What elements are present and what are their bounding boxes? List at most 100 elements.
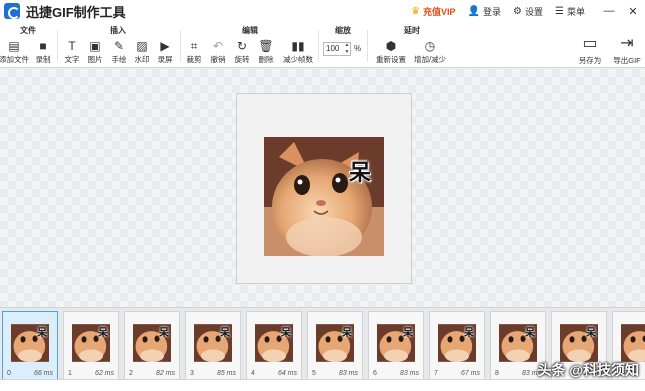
zoom-unit: %: [354, 44, 362, 53]
horizontal-scrollbar[interactable]: [0, 379, 645, 391]
minimize-button[interactable]: —: [597, 5, 621, 17]
close-button[interactable]: ✕: [621, 5, 645, 18]
group-title-edit: 编辑: [242, 26, 258, 35]
user-icon: 👤: [467, 5, 481, 17]
group-title-insert: 插入: [110, 26, 126, 35]
frame-image: 呆: [11, 324, 49, 362]
record-button[interactable]: ■ 录制: [31, 39, 55, 65]
frame-index: 1: [68, 370, 72, 377]
cat-meme-image: 呆: [264, 137, 384, 256]
delete-button[interactable]: 🗑 删除: [254, 39, 278, 65]
frame-caption: 呆: [98, 328, 108, 339]
divider: [367, 30, 368, 62]
frame-delay: 83 ms: [399, 370, 419, 377]
adjust-delay-button[interactable]: ◷ 增加/减少: [412, 39, 448, 65]
title-bar: 迅捷GIF制作工具 ♛ 充值VIP 👤 登录 ⚙ 设置 ☰ 菜单 — ✕: [0, 0, 645, 22]
frame-delay: 83 ms: [338, 370, 358, 377]
frame-thumbnail[interactable]: 呆 1 62 ms: [63, 311, 119, 381]
image-button[interactable]: ▣ 图片: [83, 39, 107, 65]
vip-button[interactable]: ♛ 充值VIP: [411, 5, 455, 18]
undo-button[interactable]: ↶ 撤销: [206, 39, 230, 65]
settings-button[interactable]: ⚙ 设置: [513, 5, 543, 18]
frame-thumbnail[interactable]: 呆 6 83 ms: [368, 311, 424, 381]
frame-index: 2: [129, 370, 133, 377]
export-gif-button[interactable]: ⇥ 导出GIF: [612, 34, 642, 66]
text-icon: T: [68, 39, 76, 53]
logo-icon: [4, 3, 20, 19]
group-edit: 编辑 ⌗ 裁剪 ↶ 撤销 ↻ 旋转 🗑 删除 ▮▮ 减少帧数: [182, 22, 318, 68]
frame-thumbnail[interactable]: 呆 0 66 ms: [2, 311, 58, 381]
crop-icon: ⌗: [190, 39, 198, 53]
frame-thumbnail[interactable]: 呆 2 82 ms: [124, 311, 180, 381]
frame-thumbnail[interactable]: 呆 4 64 ms: [246, 311, 302, 381]
brush-button[interactable]: ✎ 手绘: [107, 39, 131, 65]
app-title: 迅捷GIF制作工具: [26, 4, 126, 20]
frame-index: 0: [7, 370, 11, 377]
gear-icon: ⚙: [513, 5, 522, 17]
group-insert: 插入 T 文字 ▣ 图片 ✎ 手绘 ▨ 水印 ▶ 录屏: [58, 22, 178, 68]
frame-caption: 呆: [525, 328, 535, 339]
frame-image: 呆: [72, 324, 110, 362]
watermark-text: 头条 @科技须知: [537, 362, 639, 378]
frame-thumbnail[interactable]: 呆 7 67 ms: [429, 311, 485, 381]
reset-icon: ⬢: [385, 39, 397, 53]
frame-index: 7: [434, 370, 438, 377]
frame-image: 呆: [377, 324, 415, 362]
text-button[interactable]: T 文字: [60, 39, 84, 65]
frame-image: 呆: [316, 324, 354, 362]
meme-caption: 呆: [349, 160, 372, 185]
frame-image: 呆: [560, 324, 598, 362]
export-icon: ⇥: [620, 35, 634, 52]
record-screen-icon: ▶: [160, 39, 170, 53]
frame-image: 呆: [133, 324, 171, 362]
group-title-file: 文件: [20, 26, 36, 35]
trash-icon: 🗑: [258, 39, 274, 53]
group-delay: 延时 ⬢ 重新设置 ◷ 增加/减少: [370, 22, 454, 68]
zoom-stepper[interactable]: ▲ ▼: [343, 42, 351, 56]
record-screen-button[interactable]: ▶ 录屏: [153, 39, 177, 65]
brush-icon: ✎: [113, 39, 125, 53]
frame-caption: 呆: [342, 328, 352, 339]
camera-icon: ■: [39, 39, 47, 53]
frame-caption: 呆: [37, 328, 47, 339]
clock-icon: ◷: [424, 39, 436, 53]
add-file-button[interactable]: ▤ 添加文件: [0, 39, 29, 65]
folder-icon: ▤: [8, 39, 20, 53]
frame-image: 呆: [621, 324, 645, 362]
divider: [180, 30, 181, 62]
frame-caption: 呆: [403, 328, 413, 339]
group-title-zoom: 缩放: [335, 26, 351, 35]
crop-button[interactable]: ⌗ 裁剪: [182, 39, 206, 65]
frame-index: 8: [495, 370, 499, 377]
frame-index: 5: [312, 370, 316, 377]
save-as-button[interactable]: ▭ 另存为: [576, 34, 604, 66]
frame-delay: 67 ms: [460, 370, 480, 377]
rotate-button[interactable]: ↻ 旋转: [230, 39, 254, 65]
image-icon: ▣: [89, 39, 101, 53]
frame-image: 呆: [499, 324, 537, 362]
frame-thumbnail[interactable]: 呆 5 83 ms: [307, 311, 363, 381]
frame-caption: 呆: [220, 328, 230, 339]
frame-index: 3: [190, 370, 194, 377]
frame-thumbnail[interactable]: 呆 3 85 ms: [185, 311, 241, 381]
login-button[interactable]: 👤 登录: [468, 5, 501, 18]
frame-delay: 64 ms: [277, 370, 297, 377]
save-as-icon: ▭: [582, 35, 598, 52]
frame-index: 4: [251, 370, 255, 377]
frame-image: 呆: [255, 324, 293, 362]
watermark-icon: ▨: [136, 39, 148, 53]
reduce-frames-button[interactable]: ▮▮ 减少帧数: [282, 39, 314, 65]
crown-icon: ♛: [411, 5, 421, 17]
undo-icon: ↶: [212, 39, 224, 53]
group-title-delay: 延时: [404, 26, 420, 35]
reset-delay-button[interactable]: ⬢ 重新设置: [374, 39, 408, 65]
frame-delay: 85 ms: [216, 370, 236, 377]
frame-delay: 82 ms: [155, 370, 175, 377]
frame-delay: 62 ms: [94, 370, 114, 377]
frame-index: 6: [373, 370, 377, 377]
frame-caption: 呆: [159, 328, 169, 339]
menu-button[interactable]: ☰ 菜单: [555, 5, 585, 18]
group-file: 文件 ▤ 添加文件 ■ 录制: [0, 22, 56, 68]
hamburger-icon: ☰: [555, 5, 564, 17]
watermark-button[interactable]: ▨ 水印: [130, 39, 154, 65]
